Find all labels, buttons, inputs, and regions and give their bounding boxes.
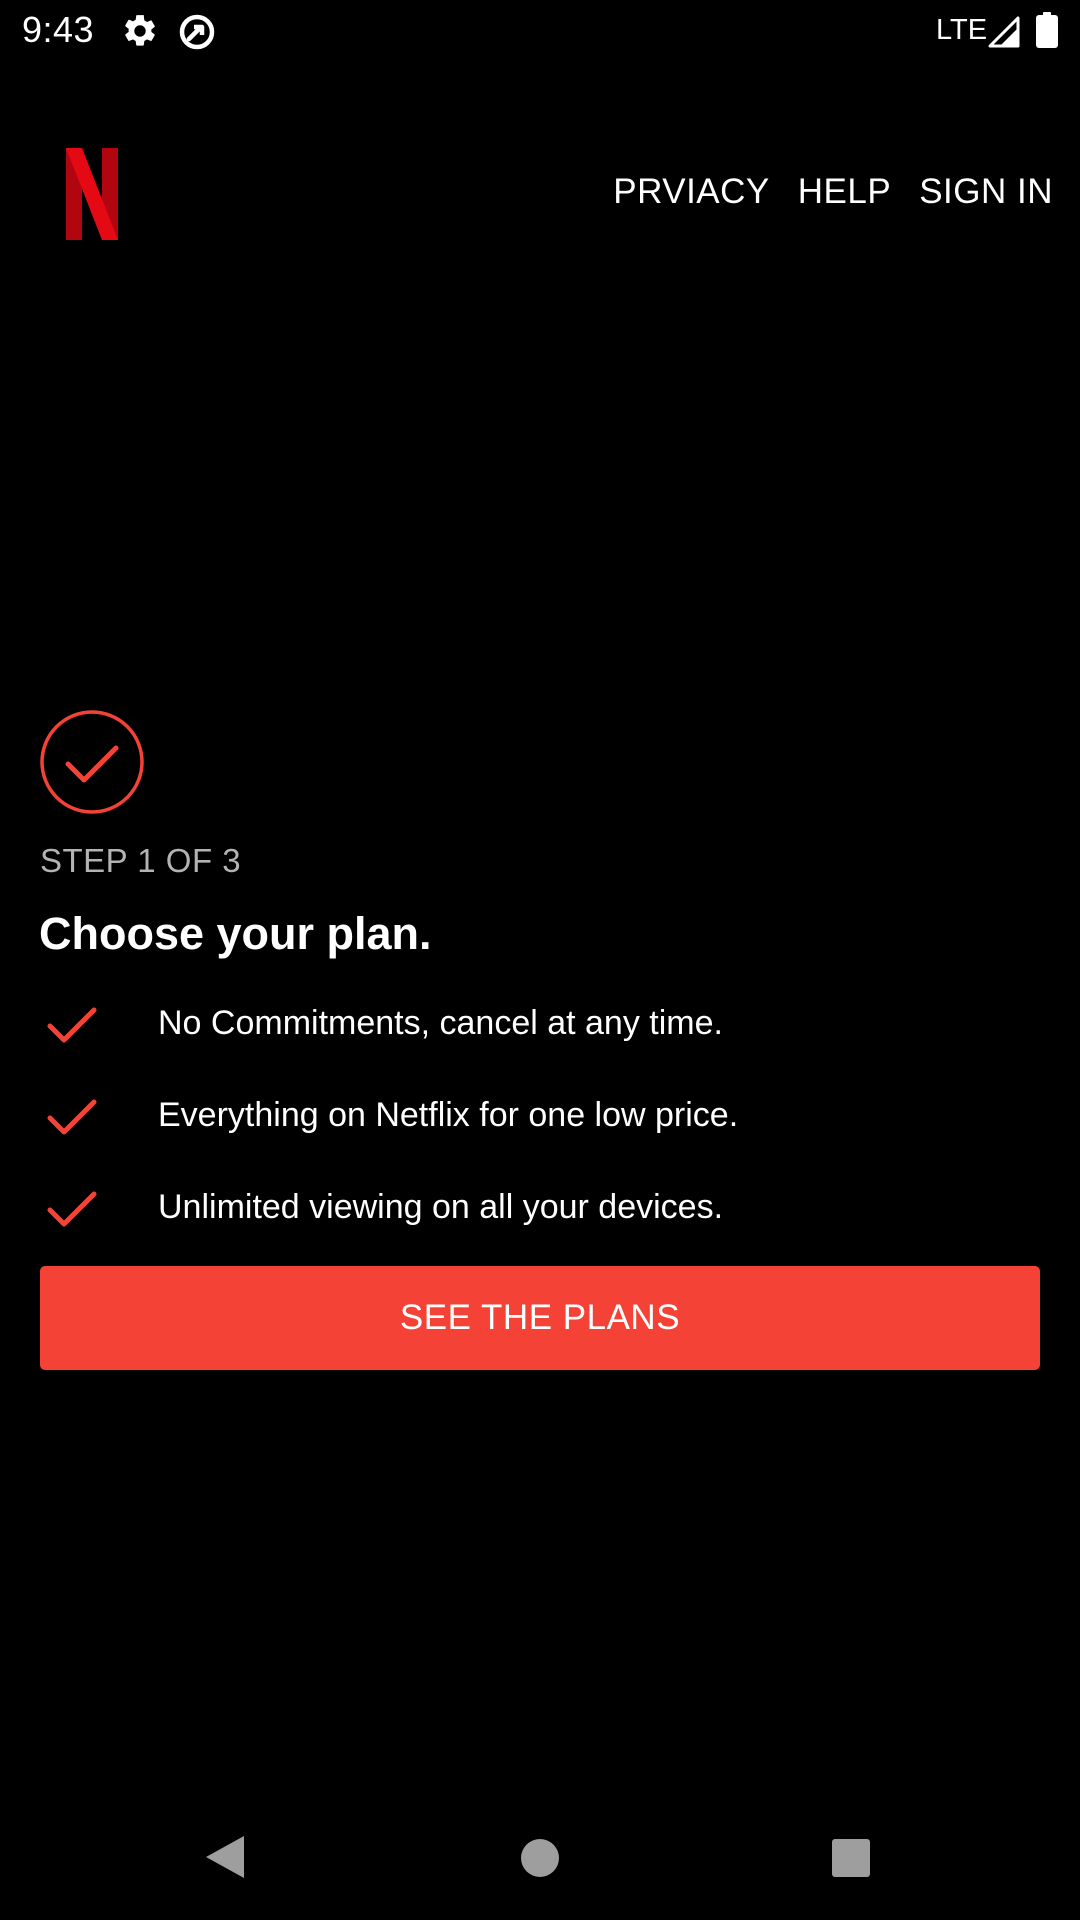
netflix-logo[interactable] (66, 148, 118, 240)
sync-icon (179, 14, 215, 50)
sign-in-link[interactable]: SIGN IN (919, 172, 1053, 212)
benefit-item: No Commitments, cancel at any time. (0, 1000, 1080, 1060)
signal-icon (988, 16, 1020, 48)
privacy-link[interactable]: PRVIACY (613, 172, 770, 212)
see-the-plans-button[interactable]: SEE THE PLANS (40, 1266, 1040, 1370)
status-bar: 9:43 LTE (0, 0, 1080, 62)
home-icon[interactable] (520, 1838, 560, 1878)
step-check-circle-icon (40, 710, 144, 814)
benefit-text: No Commitments, cancel at any time. (158, 1004, 723, 1042)
page-title: Choose your plan. (39, 908, 432, 959)
step-indicator: STEP 1 OF 3 (40, 842, 242, 879)
top-nav: PRVIACY HELP SIGN IN (613, 172, 1053, 212)
benefit-text: Everything on Netflix for one low price. (158, 1096, 739, 1134)
check-icon (47, 1191, 97, 1227)
recents-icon[interactable] (831, 1838, 871, 1878)
network-type: LTE (936, 14, 988, 46)
battery-icon (1036, 12, 1058, 48)
check-icon (47, 1007, 97, 1043)
benefit-item: Everything on Netflix for one low price. (0, 1092, 1080, 1152)
gear-icon (125, 15, 155, 46)
back-icon[interactable] (204, 1834, 246, 1880)
help-link[interactable]: HELP (798, 172, 891, 212)
status-time: 9:43 (22, 9, 95, 50)
check-icon (47, 1099, 97, 1135)
benefit-text: Unlimited viewing on all your devices. (158, 1188, 724, 1226)
benefit-item: Unlimited viewing on all your devices. (0, 1184, 1080, 1244)
